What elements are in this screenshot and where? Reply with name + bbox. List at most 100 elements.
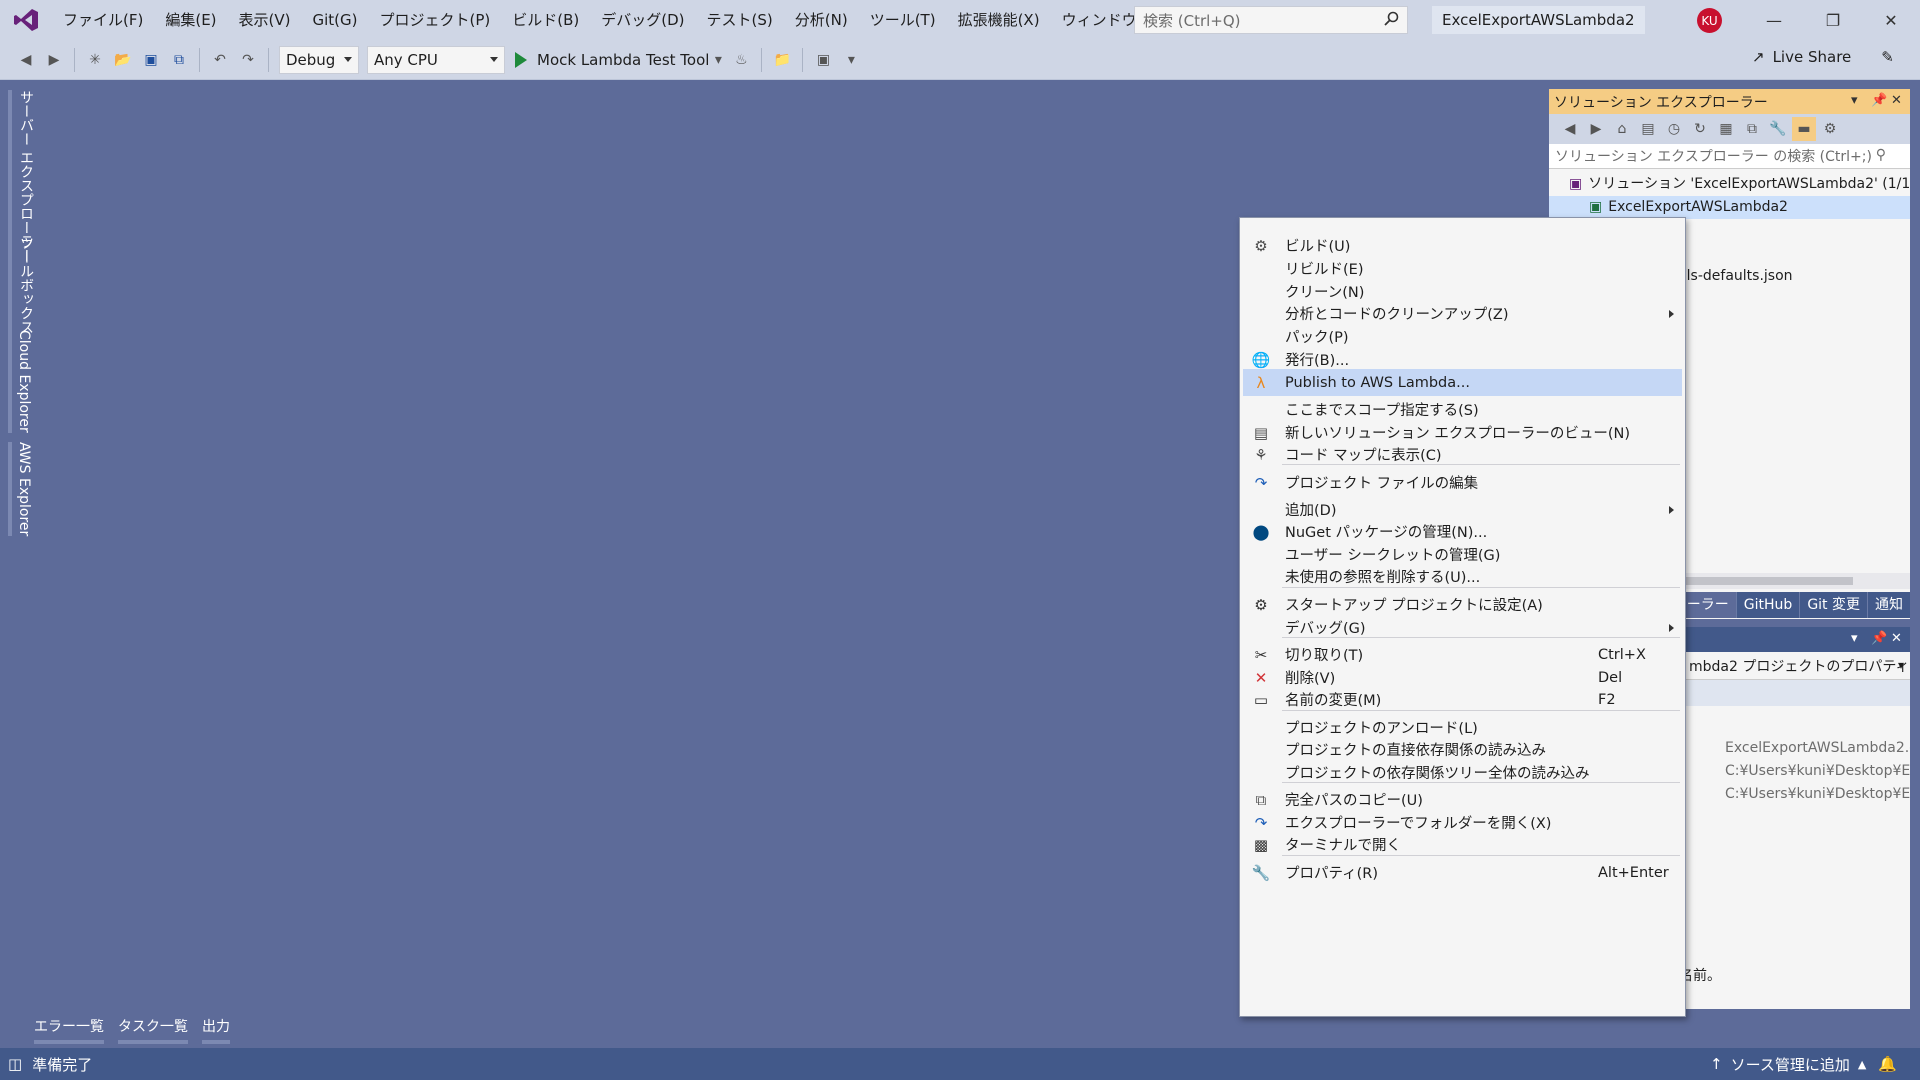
menu-view[interactable]: 表示(V) bbox=[228, 0, 302, 40]
feedback-icon[interactable]: ✎ bbox=[1881, 48, 1894, 66]
find-in-files-icon[interactable]: 📁 bbox=[770, 48, 794, 72]
toolbar-separator bbox=[199, 47, 200, 72]
tab-task-list[interactable]: タスク一覧 bbox=[118, 1016, 188, 1044]
home-icon[interactable]: ⌂ bbox=[1610, 117, 1634, 141]
save-all-icon[interactable]: ⧉ bbox=[167, 48, 191, 72]
context-menu-label: ビルド(U) bbox=[1285, 239, 1351, 255]
tab-cloud-explorer[interactable]: Cloud Explorer bbox=[8, 330, 32, 433]
context-menu-label: コード マップに表示(C) bbox=[1285, 448, 1442, 464]
switch-views-icon[interactable]: ▤ bbox=[1636, 117, 1660, 141]
property-value[interactable]: ExcelExportAWSLambda2.cs bbox=[1725, 740, 1910, 756]
status-icon: ◫ bbox=[8, 1055, 23, 1073]
context-menu-item[interactable]: プロジェクトの依存関係ツリー全体の読み込み bbox=[1243, 759, 1682, 786]
menu-git[interactable]: Git(G) bbox=[302, 0, 369, 40]
edit-arrow-icon: ↷ bbox=[1254, 473, 1268, 492]
code-map-icon[interactable]: ⚙ bbox=[1818, 117, 1842, 141]
open-folder-icon[interactable]: 📂 bbox=[111, 48, 135, 72]
new-project-icon[interactable]: ✳ bbox=[83, 48, 107, 72]
pin-icon[interactable]: 📌 bbox=[1871, 93, 1887, 108]
toolbar-options-icon[interactable]: ▾ bbox=[839, 48, 863, 72]
configuration-select[interactable]: Debug bbox=[279, 45, 359, 74]
platform-select[interactable]: Any CPU bbox=[367, 45, 505, 74]
tree-row-project[interactable]: ▣ ExcelExportAWSLambda2 bbox=[1549, 196, 1910, 219]
chevron-down-icon[interactable]: ▾ bbox=[711, 48, 725, 72]
tab-notifications[interactable]: 通知 bbox=[1867, 592, 1910, 618]
save-icon[interactable]: ▣ bbox=[139, 48, 163, 72]
solution-explorer-search-input[interactable]: ソリューション エクスプローラー の検索 (Ctrl+;) ⚲ bbox=[1549, 144, 1910, 169]
source-control-label: ソース管理に追加 bbox=[1730, 1055, 1850, 1074]
context-menu-item[interactable]: 🔧 プロパティ(R) Alt+Enter bbox=[1243, 859, 1682, 886]
sync-icon[interactable]: ↻ bbox=[1688, 117, 1712, 141]
toolbar-separator bbox=[761, 47, 763, 72]
context-menu-label: エクスプローラーでフォルダーを開く(X) bbox=[1285, 816, 1552, 832]
back-icon[interactable]: ◀ bbox=[1558, 117, 1582, 141]
tab-git-changes[interactable]: Git 変更 bbox=[1799, 592, 1867, 618]
preview-icon[interactable]: ▬ bbox=[1792, 117, 1816, 141]
menu-test[interactable]: テスト(S) bbox=[696, 0, 784, 40]
forward-icon[interactable]: ▶ bbox=[1584, 117, 1608, 141]
menu-tools[interactable]: ツール(T) bbox=[859, 0, 947, 40]
tab-error-list[interactable]: エラー一覧 bbox=[34, 1016, 104, 1044]
restore-icon[interactable]: ❐ bbox=[1810, 0, 1856, 40]
context-menu-item[interactable]: ↷ プロジェクト ファイルの編集 bbox=[1243, 469, 1682, 496]
close-icon[interactable]: ✕ bbox=[1868, 0, 1914, 40]
pin-icon[interactable]: 📌 bbox=[1871, 631, 1887, 646]
close-icon[interactable]: ✕ bbox=[1891, 93, 1902, 108]
menu-edit[interactable]: 編集(E) bbox=[154, 0, 227, 40]
tree-row-solution[interactable]: ▣ ソリューション 'ExcelExportAWSLambda2' (1/1 プロ… bbox=[1549, 173, 1910, 196]
global-search-input[interactable]: 検索 (Ctrl+Q) bbox=[1134, 6, 1408, 34]
new-view-icon: ▤ bbox=[1253, 423, 1269, 442]
chevron-down-icon[interactable]: ▾ bbox=[1851, 93, 1858, 108]
context-menu-label: パック(P) bbox=[1285, 330, 1349, 346]
chevron-right-icon bbox=[1669, 309, 1674, 318]
source-control-button[interactable]: ↑ ソース管理に追加 ▲ bbox=[1710, 1054, 1866, 1075]
start-debugging-button[interactable]: Mock Lambda Test Tool ▾ bbox=[515, 48, 727, 72]
property-value[interactable]: C:¥Users¥kuni¥Desktop¥Exc bbox=[1725, 786, 1910, 802]
live-share-button[interactable]: ↗ Live Share ✎ bbox=[1752, 48, 1894, 66]
property-value[interactable]: C:¥Users¥kuni¥Desktop¥Exc bbox=[1725, 763, 1910, 779]
menu-build[interactable]: ビルド(B) bbox=[501, 0, 590, 40]
solution-explorer-toolbar: ◀ ▶ ⌂ ▤ ◷ ↻ ▦ ⧉ 🔧 ▬ ⚙ bbox=[1549, 114, 1910, 144]
tab-github[interactable]: GitHub bbox=[1735, 592, 1800, 618]
redo-icon[interactable]: ↷ bbox=[236, 48, 260, 72]
delete-x-icon: ✕ bbox=[1254, 668, 1268, 687]
menu-extensions[interactable]: 拡張機能(X) bbox=[947, 0, 1051, 40]
browser-link-icon[interactable]: ▣ bbox=[811, 48, 835, 72]
wrench-icon[interactable]: 🔧 bbox=[1766, 117, 1790, 141]
menu-file[interactable]: ファイル(F) bbox=[52, 0, 154, 40]
minimize-icon[interactable]: — bbox=[1751, 0, 1797, 40]
copy-icon: ⧉ bbox=[1255, 790, 1267, 809]
history-icon[interactable]: ◷ bbox=[1662, 117, 1686, 141]
play-icon bbox=[515, 51, 527, 68]
context-menu-item[interactable]: λ Publish to AWS Lambda... bbox=[1243, 369, 1682, 396]
hot-reload-icon[interactable]: ♨ bbox=[729, 48, 753, 72]
context-menu-item[interactable]: ▩ ターミナルで開く bbox=[1243, 831, 1682, 858]
context-menu-item[interactable]: ▭ 名前の変更(M) F2 bbox=[1243, 686, 1682, 713]
context-menu-item[interactable]: 未使用の参照を削除する(U)... bbox=[1243, 563, 1682, 590]
rename-icon: ▭ bbox=[1253, 690, 1269, 709]
menu-debug[interactable]: デバッグ(D) bbox=[590, 0, 695, 40]
bell-icon[interactable]: 🔔 bbox=[1878, 1055, 1897, 1073]
tab-aws-explorer[interactable]: AWS Explorer bbox=[8, 442, 32, 537]
undo-icon[interactable]: ↶ bbox=[208, 48, 232, 72]
visual-studio-logo-icon[interactable] bbox=[0, 0, 52, 40]
menu-analyze[interactable]: 分析(N) bbox=[784, 0, 859, 40]
tab-toolbox[interactable]: ツールボックス bbox=[8, 236, 36, 334]
arrow-up-icon: ↑ bbox=[1710, 1055, 1723, 1073]
show-all-files-icon[interactable]: ⧉ bbox=[1740, 117, 1764, 141]
context-menu-item[interactable]: デバッグ(G) bbox=[1243, 614, 1682, 641]
menu-project[interactable]: プロジェクト(P) bbox=[369, 0, 502, 40]
user-avatar[interactable]: KU bbox=[1697, 8, 1722, 33]
chevron-down-icon[interactable]: ▾ bbox=[1851, 631, 1858, 646]
context-menu-item[interactable]: ⚘ コード マップに表示(C) bbox=[1243, 441, 1682, 468]
back-icon[interactable]: ◀ bbox=[14, 48, 38, 72]
context-menu-label: 分析とコードのクリーンアップ(Z) bbox=[1285, 307, 1509, 323]
toolbar-separator bbox=[74, 47, 75, 72]
close-icon[interactable]: ✕ bbox=[1891, 631, 1902, 646]
collapse-all-icon[interactable]: ▦ bbox=[1714, 117, 1738, 141]
toolbar-separator bbox=[802, 47, 804, 72]
forward-icon[interactable]: ▶ bbox=[42, 48, 66, 72]
context-menu-label: プロジェクト ファイルの編集 bbox=[1285, 476, 1479, 492]
tab-output[interactable]: 出力 bbox=[202, 1016, 230, 1044]
context-menu-label: 未使用の参照を削除する(U)... bbox=[1285, 570, 1481, 586]
